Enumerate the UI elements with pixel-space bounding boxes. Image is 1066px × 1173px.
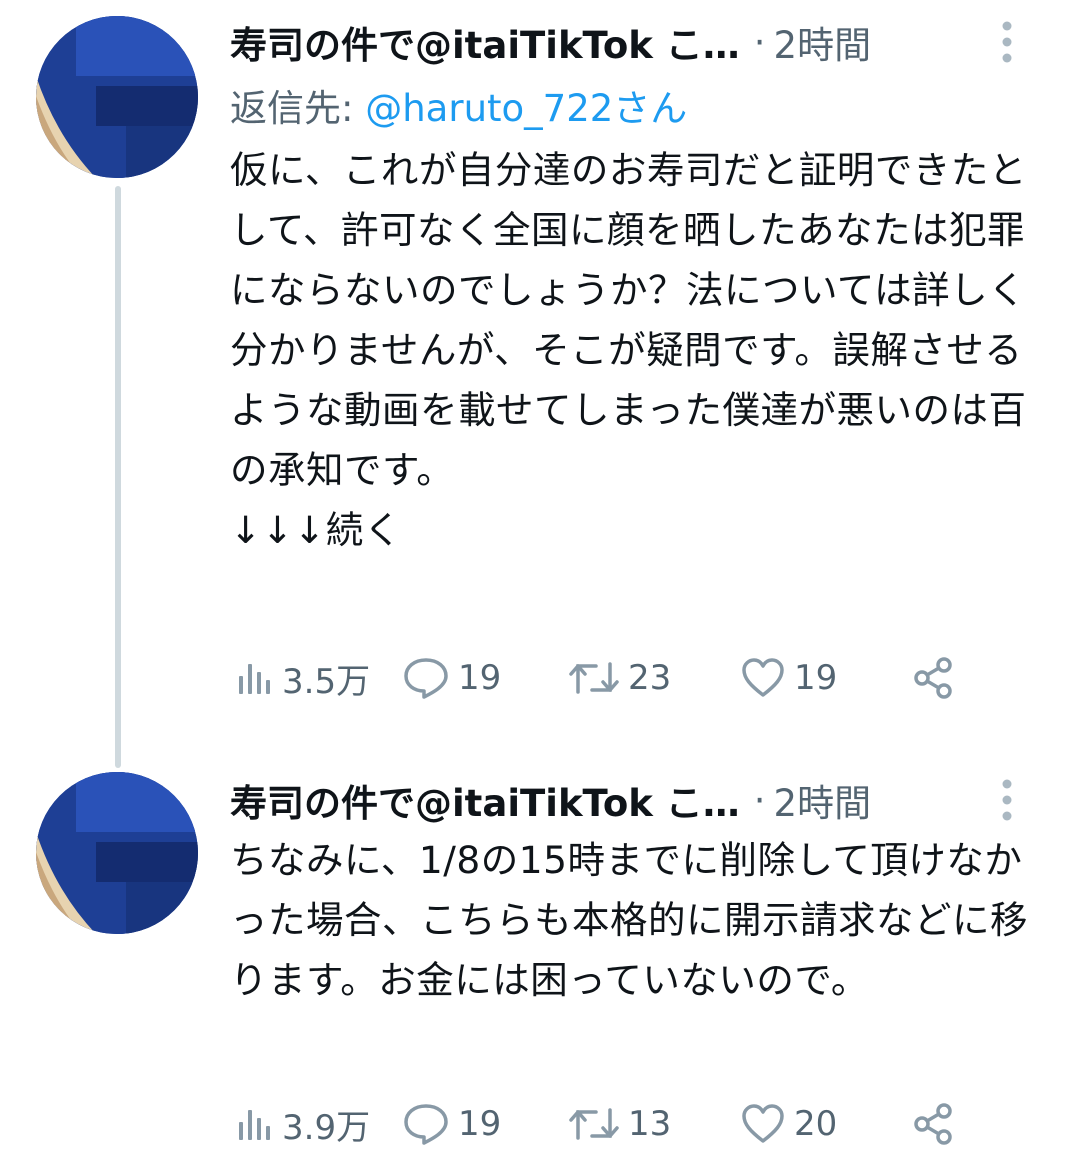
heart-icon	[742, 1104, 784, 1143]
avatar-image	[36, 16, 198, 178]
tweet-actions: 3.5万 19 23 19	[234, 648, 974, 708]
avatar[interactable]	[36, 16, 198, 178]
more-vertical-icon[interactable]	[992, 14, 1022, 70]
timestamp[interactable]: 2時間	[774, 773, 872, 827]
more-vertical-icon[interactable]	[992, 772, 1022, 828]
share-button[interactable]	[910, 1094, 964, 1154]
comment-bubble-icon	[404, 1104, 448, 1145]
reply-count: 19	[458, 658, 502, 698]
reply-mention-link[interactable]: @haruto_722さん	[365, 87, 687, 130]
reply-to-label: 返信先:	[230, 87, 366, 130]
share-icon	[914, 1103, 952, 1145]
display-name[interactable]: 寿司の件で@itaiTikTok こ…	[230, 15, 740, 69]
like-count: 20	[794, 1104, 838, 1144]
share-button[interactable]	[910, 648, 964, 708]
timestamp[interactable]: 2時間	[774, 15, 872, 69]
retweet-icon	[569, 1108, 619, 1140]
display-name[interactable]: 寿司の件で@itaiTikTok こ…	[230, 773, 740, 827]
like-count: 19	[794, 658, 838, 698]
tweet[interactable]: 寿司の件で@itaiTikTok こ… · 2時間 返信先: @haruto_7…	[0, 0, 1066, 768]
avatar-image	[36, 772, 198, 934]
analytics-icon	[239, 664, 270, 694]
retweet-count: 23	[628, 658, 672, 698]
reply-button[interactable]: 19	[402, 1094, 501, 1154]
separator-dot: ·	[753, 20, 766, 64]
heart-icon	[742, 658, 784, 697]
share-icon	[914, 657, 952, 699]
tweet-text: 仮に、これが自分達のお寿司だと証明できたとして、許可なく全国に顔を晒したあなたは…	[230, 148, 1027, 552]
retweet-count: 13	[628, 1104, 672, 1144]
reply-count: 19	[458, 1104, 502, 1144]
like-button[interactable]: 20	[740, 1094, 837, 1154]
views-count: 3.5万	[282, 661, 371, 702]
views-button[interactable]: 3.5万	[234, 648, 370, 708]
reply-button[interactable]: 19	[402, 648, 501, 708]
analytics-icon	[239, 1110, 270, 1140]
retweet-button[interactable]: 13	[568, 1094, 671, 1154]
like-button[interactable]: 19	[740, 648, 837, 708]
thread-connector-line	[115, 186, 121, 768]
avatar[interactable]	[36, 772, 198, 934]
retweet-icon	[569, 662, 619, 694]
tweet-header: 寿司の件で@itaiTikTok こ… · 2時間	[230, 770, 1036, 830]
tweet[interactable]: 寿司の件で@itaiTikTok こ… · 2時間 ちなみに、1/8の15時まで…	[0, 750, 1066, 1173]
retweet-button[interactable]: 23	[568, 648, 671, 708]
tweet-header: 寿司の件で@itaiTikTok こ… · 2時間	[230, 12, 1036, 72]
views-count: 3.9万	[282, 1107, 371, 1148]
views-button[interactable]: 3.9万	[234, 1094, 370, 1154]
tweet-actions: 3.9万 19 13 20	[234, 1094, 974, 1154]
tweet-text: ちなみに、1/8の15時までに削除して頂けなかった場合、こちらも本格的に開示請求…	[230, 838, 1028, 1002]
reply-to-line: 返信先: @haruto_722さん	[230, 78, 687, 132]
separator-dot: ·	[753, 778, 766, 822]
comment-bubble-icon	[404, 658, 448, 699]
